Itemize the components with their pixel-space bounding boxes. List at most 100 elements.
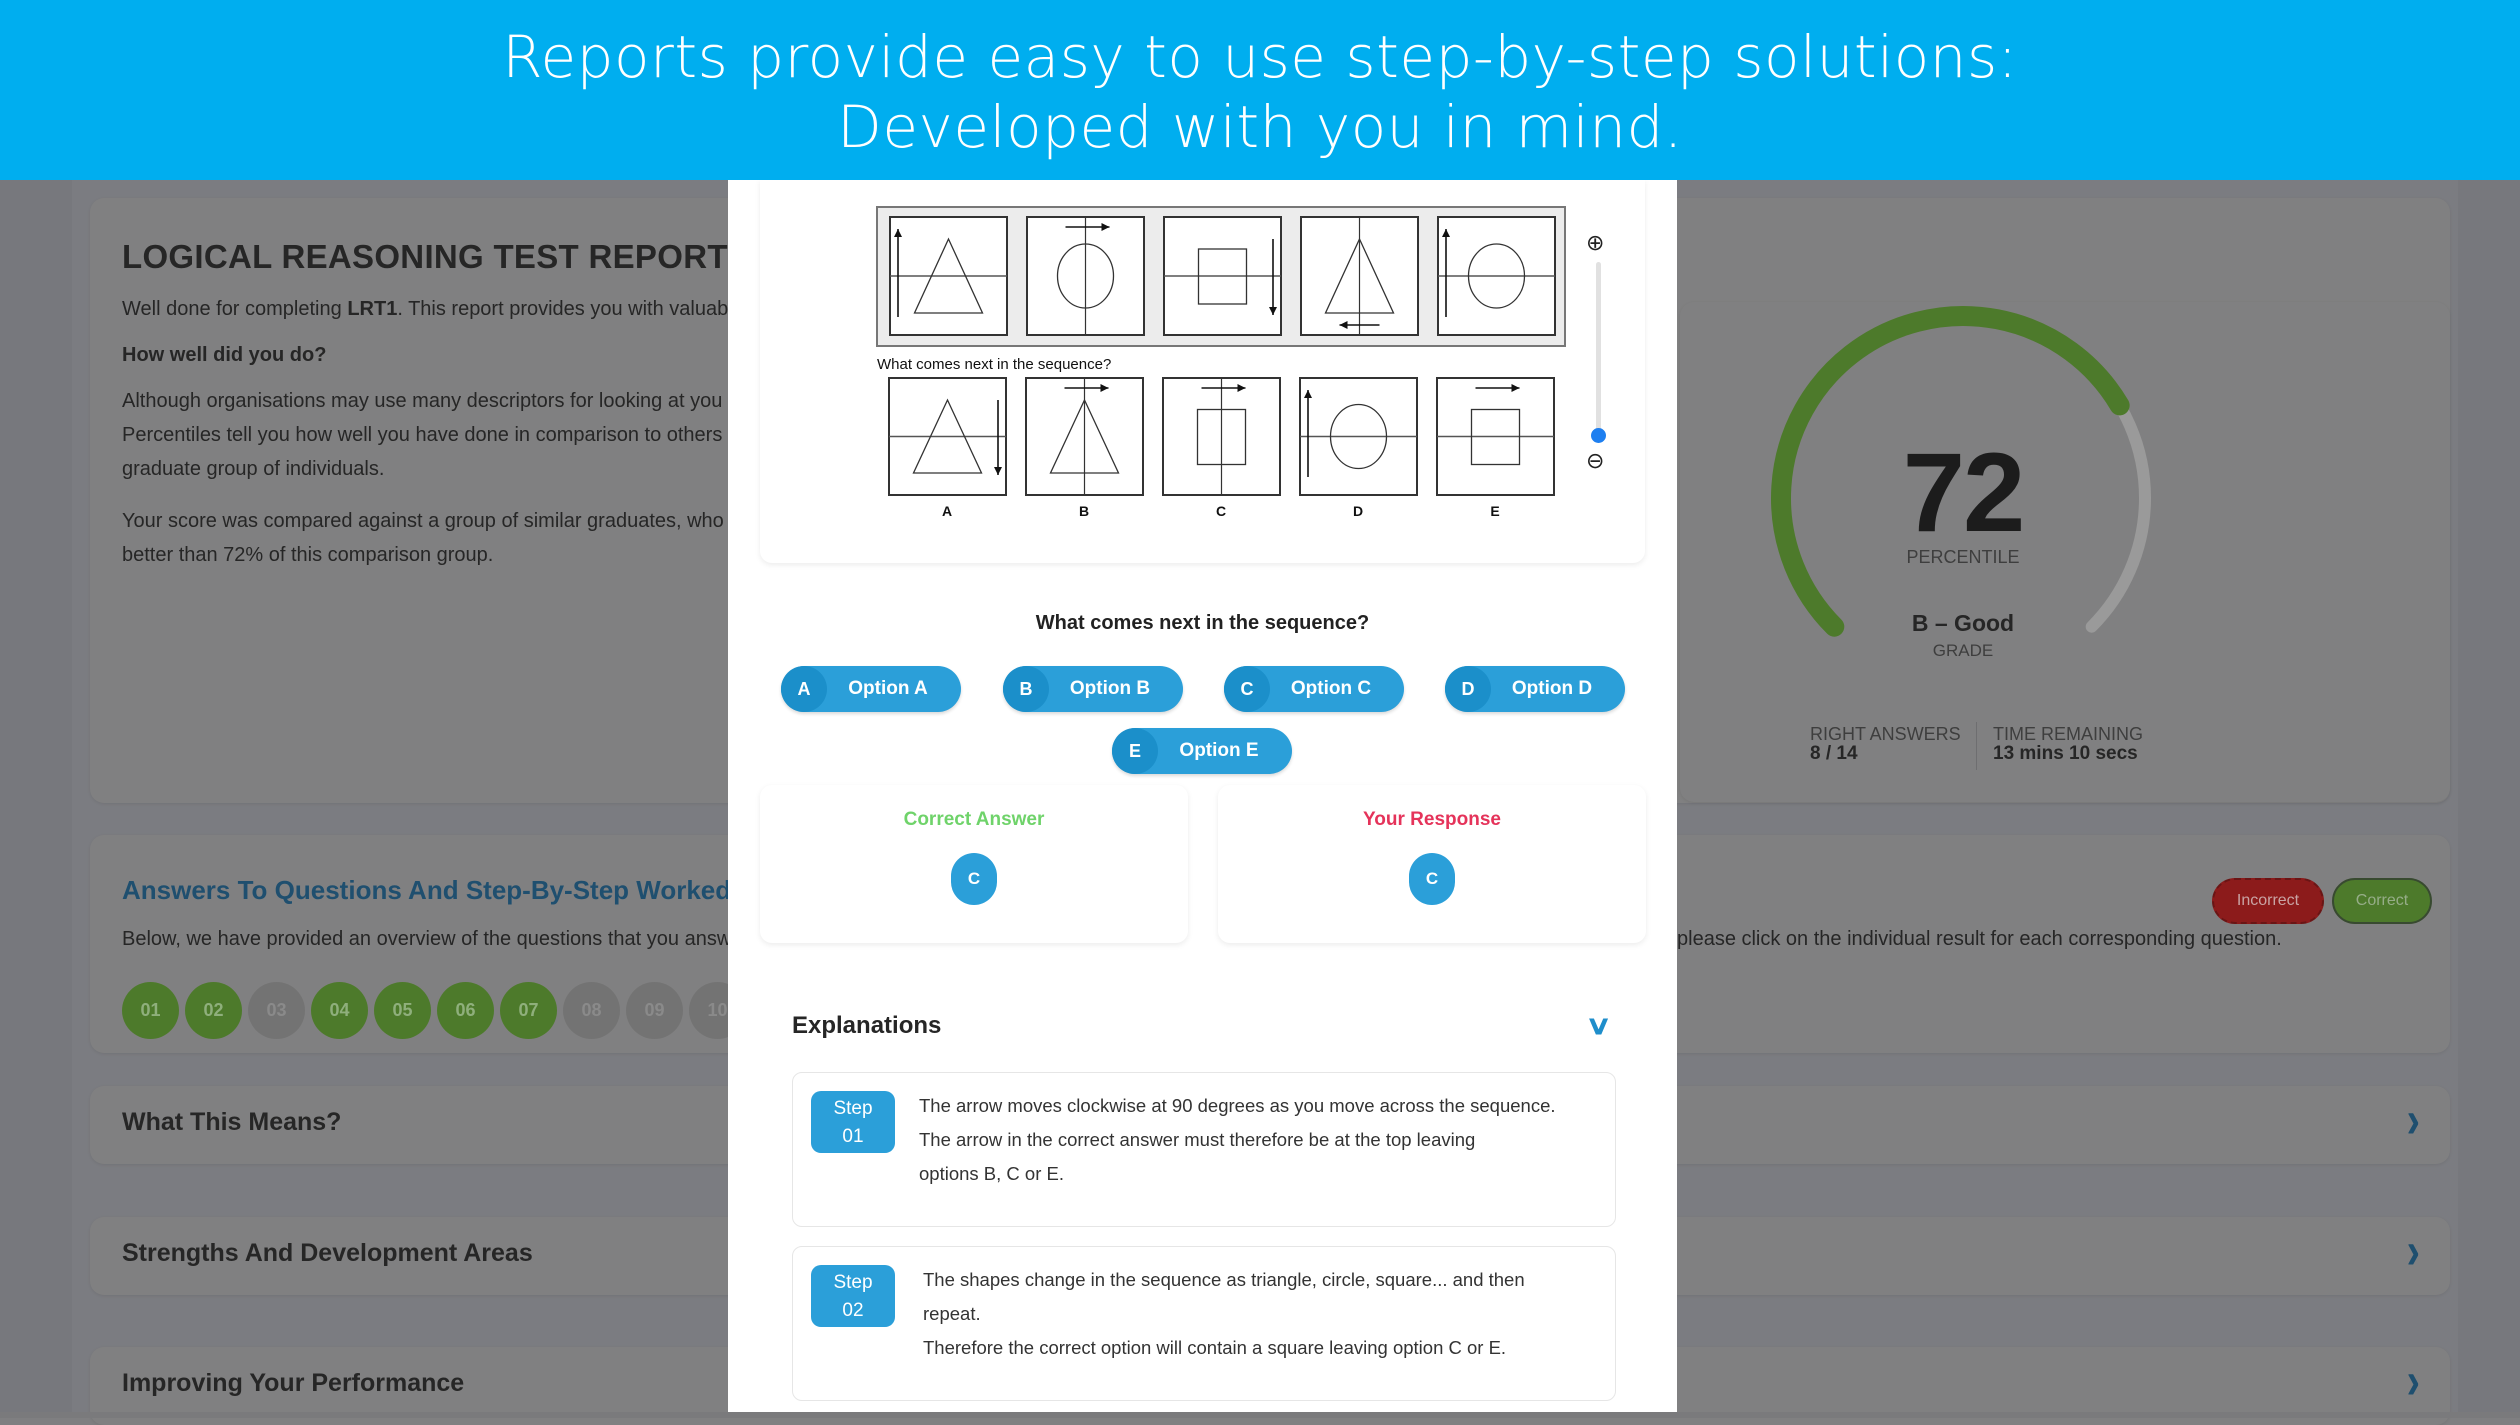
question-result-03[interactable]: 03 [248, 982, 305, 1039]
para2-line2: better than 72% of this comparison group… [122, 544, 494, 566]
para1-line3: graduate group of individuals. [122, 458, 385, 480]
answer-panel-label: E [1490, 503, 1499, 519]
option-letter: B [1003, 666, 1049, 712]
step-text: The shapes change in the sequence as tri… [923, 1263, 1613, 1365]
answers-title: Answers To Questions And Step-By-Step Wo… [122, 875, 732, 905]
answer-panel-A [888, 377, 1007, 496]
step-line: Therefore the correct option will contai… [923, 1337, 1507, 1358]
step-line: The arrow moves clockwise at 90 degrees … [919, 1095, 1556, 1116]
option-label: Option D [1511, 678, 1593, 699]
option-d-button[interactable]: D Option D [1445, 666, 1625, 712]
answers-description: Below, we have provided an overview of t… [122, 928, 732, 950]
zoom-slider[interactable] [1596, 262, 1601, 437]
step-line: options B, C or E. [919, 1163, 1064, 1184]
question-result-06[interactable]: 06 [437, 982, 494, 1039]
sequence-panel-1 [889, 216, 1008, 336]
option-a-button[interactable]: A Option A [781, 666, 961, 712]
sequence-panel-3 [1163, 216, 1282, 336]
test-code: LRT1 [347, 298, 398, 320]
step-line: The shapes change in the sequence as tri… [923, 1269, 1525, 1290]
step-badge: Step 02 [811, 1265, 895, 1327]
your-response-title: Your Response [1363, 809, 1501, 830]
chevron-down-icon[interactable]: ∨ [1585, 1010, 1612, 1041]
time-remaining-value: 13 mins 10 secs [1993, 743, 2138, 764]
option-label: Option C [1290, 678, 1372, 699]
step-badge-word: Step [833, 1098, 873, 1119]
zoom-in-icon[interactable]: ⊕ [1586, 230, 1604, 256]
option-letter: A [781, 666, 827, 712]
sequence-panel-2 [1026, 216, 1145, 336]
stat-divider [1976, 722, 1977, 770]
right-answers-value: 8 / 14 [1810, 743, 1858, 764]
figure-prompt: What comes next in the sequence? [877, 356, 1111, 373]
explanation-step-1: Step 01 The arrow moves clockwise at 90 d… [792, 1072, 1616, 1227]
explanation-step-2: Step 02 The shapes change in the sequence… [792, 1246, 1616, 1401]
option-letter: C [1224, 666, 1270, 712]
step-badge-word: Step [833, 1272, 873, 1293]
sequence-figure: What comes next in the sequence? A B C D E [876, 206, 1566, 519]
question-text: What comes next in the sequence? [1035, 612, 1370, 634]
question-result-08[interactable]: 08 [563, 982, 620, 1039]
answers-description-continued: please click on the individual result fo… [1677, 928, 2282, 950]
question-result-07[interactable]: 07 [500, 982, 557, 1039]
intro-suffix: . This report provides you with valuab [397, 298, 729, 320]
question-result-09[interactable]: 09 [626, 982, 683, 1039]
question-result-02[interactable]: 02 [185, 982, 242, 1039]
step-line: The arrow in the correct answer must the… [919, 1129, 1476, 1150]
percentile-value: 72 [1902, 430, 2026, 555]
banner-line-1: Reports provide easy to use step-by-step… [502, 23, 2018, 91]
option-c-button[interactable]: C Option C [1224, 666, 1404, 712]
step-badge-number: 01 [842, 1126, 864, 1147]
your-response-badge: C [1409, 853, 1455, 905]
para2-line1: Your score was compared against a group … [122, 510, 724, 532]
how-heading: How well did you do? [122, 344, 327, 366]
answer-panel-label: B [1079, 503, 1089, 519]
step-badge: Step 01 [811, 1091, 895, 1153]
zoom-slider-handle[interactable] [1591, 428, 1606, 443]
option-label: Option A [848, 678, 928, 699]
your-response-card: Your Response C [1218, 785, 1646, 943]
grade-label: GRADE [1932, 641, 1994, 660]
question-result-05[interactable]: 05 [374, 982, 431, 1039]
para1-line1: Although organisations may use many desc… [122, 390, 723, 412]
step-line: repeat. [923, 1303, 981, 1324]
chevron-right-icon: › [2406, 1352, 2420, 1410]
answer-panel-E [1436, 377, 1555, 496]
correct-answer-card: Correct Answer C [760, 785, 1188, 943]
option-label: Option E [1179, 740, 1259, 761]
zoom-out-icon[interactable]: ⊖ [1586, 448, 1604, 474]
grade-value: B – Good [1911, 610, 2015, 636]
answer-panel-label: D [1353, 503, 1363, 519]
right-answers-stat: RIGHT ANSWERS 8 / 14 [1810, 724, 1961, 764]
answer-panel-label: A [942, 503, 952, 519]
option-b-button[interactable]: B Option B [1003, 666, 1183, 712]
option-e-button[interactable]: E Option E [1112, 728, 1292, 774]
sequence-panels [889, 216, 1556, 336]
answer-panel-B [1025, 377, 1144, 496]
step-badge-number: 02 [842, 1300, 864, 1321]
explanations-title: Explanations [792, 1012, 942, 1039]
banner-line-2: Developed with you in mind. [837, 93, 1683, 161]
option-letter: D [1445, 666, 1491, 712]
step-text: The arrow moves clockwise at 90 degrees … [919, 1089, 1609, 1191]
question-result-04[interactable]: 04 [311, 982, 368, 1039]
answer-panel-C [1162, 377, 1281, 496]
accordion-title: Improving Your Performance [122, 1369, 465, 1397]
question-result-01[interactable]: 01 [122, 982, 179, 1039]
right-answers-label: RIGHT ANSWERS [1810, 724, 1961, 744]
sequence-panel-4 [1300, 216, 1419, 336]
chevron-right-icon: › [2406, 1091, 2420, 1149]
correct-answer-title: Correct Answer [903, 809, 1045, 830]
sequence-panel-5 [1437, 216, 1556, 336]
percentile-label: PERCENTILE [1906, 547, 2020, 567]
question-figure-card: What comes next in the sequence? A B C D E ⊕… [760, 180, 1645, 563]
answer-panel-D [1299, 377, 1418, 496]
correct-answer-badge: C [951, 853, 997, 905]
question-results: 01 02 03 04 05 06 07 08 09 10 [122, 982, 746, 1039]
time-remaining-label: TIME REMAINING [1993, 724, 2144, 744]
question-detail-modal: What comes next in the sequence? A B C D E ⊕… [728, 180, 1677, 1412]
intro-prefix: Well done for completing [122, 298, 348, 320]
time-remaining-stat: TIME REMAINING 13 mins 10 secs [1993, 724, 2143, 764]
promo-banner: Reports provide easy to use step-by-step… [0, 0, 2520, 180]
option-label: Option B [1069, 678, 1151, 699]
